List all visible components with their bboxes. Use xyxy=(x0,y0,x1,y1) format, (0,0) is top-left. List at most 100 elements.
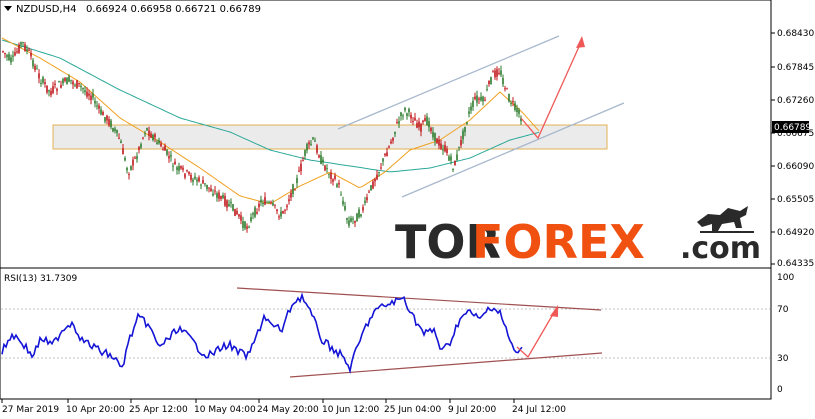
candle-body xyxy=(168,156,170,159)
candle-body xyxy=(452,168,454,170)
candle-body xyxy=(294,189,296,191)
candle-body xyxy=(76,80,78,89)
candle-body xyxy=(486,89,488,91)
candle-body xyxy=(144,133,146,135)
candle-body xyxy=(182,167,184,170)
candle-body xyxy=(468,111,470,114)
candle-body xyxy=(484,99,486,101)
candle-body xyxy=(362,207,364,211)
candle-body xyxy=(54,83,56,85)
candle-body xyxy=(488,80,490,85)
candle-body xyxy=(164,145,166,151)
candle-body xyxy=(386,152,388,157)
brand-forex: FOREX xyxy=(472,215,645,269)
candle-body xyxy=(296,178,298,184)
candle-body xyxy=(478,98,480,100)
candle-body xyxy=(398,121,400,124)
candle-body xyxy=(426,116,428,125)
candle-body xyxy=(370,185,372,190)
candle-body xyxy=(206,184,208,189)
rsi-tick: 70 xyxy=(777,305,789,315)
candle-body xyxy=(498,72,500,74)
candle-body xyxy=(298,170,300,172)
price-tick: 0.65505 xyxy=(777,195,814,205)
candle-body xyxy=(108,119,110,126)
candle-body xyxy=(198,177,200,182)
candle-body xyxy=(434,132,436,141)
candle-body xyxy=(500,70,502,75)
candle-body xyxy=(152,134,154,141)
candle-body xyxy=(380,167,382,169)
candle-body xyxy=(6,55,8,57)
candle-body xyxy=(312,137,314,140)
candle-body xyxy=(8,54,10,60)
candle-body xyxy=(472,100,474,107)
candle-body xyxy=(436,138,438,144)
candle-body xyxy=(94,100,96,104)
candle-body xyxy=(368,191,370,193)
candle-body xyxy=(392,137,394,141)
candle-body xyxy=(52,86,54,93)
candle-body xyxy=(100,109,102,115)
candle-body xyxy=(38,73,40,79)
rsi-tick: 30 xyxy=(777,354,789,364)
candle-body xyxy=(148,130,150,136)
candle-body xyxy=(12,55,14,57)
candle-body xyxy=(208,187,210,189)
candle-body xyxy=(272,203,274,206)
candle-body xyxy=(102,112,104,116)
candle-body xyxy=(454,160,456,166)
time-tick: 10 Jun 12:00 xyxy=(322,405,379,415)
candle-body xyxy=(516,108,518,113)
candle-body xyxy=(514,103,516,110)
candle-body xyxy=(350,218,352,222)
candle-body xyxy=(424,118,426,122)
candle-body xyxy=(490,77,492,84)
price-tick: 0.67260 xyxy=(777,96,814,106)
time-tick: 24 Jul 12:00 xyxy=(512,405,566,415)
candle-body xyxy=(200,184,202,186)
candle-body xyxy=(192,179,194,182)
candle-body xyxy=(280,211,282,217)
candle-body xyxy=(40,83,42,84)
candle-body xyxy=(118,137,120,139)
candle-body xyxy=(342,200,344,205)
candle-body xyxy=(50,90,52,96)
candle-body xyxy=(260,199,262,203)
candle-body xyxy=(222,195,224,198)
candle-body xyxy=(146,128,148,131)
candle-body xyxy=(96,105,98,107)
price-tick: 0.66090 xyxy=(777,162,814,172)
candle-body xyxy=(216,193,218,198)
current-price-tag: 0.66789 xyxy=(772,121,811,133)
candle-body xyxy=(172,165,174,167)
candle-body xyxy=(450,156,452,161)
candle-body xyxy=(46,85,48,93)
candle-body xyxy=(134,157,136,159)
price-axis: 0.68430 0.67845 0.67260 0.66675 0.66090 … xyxy=(771,29,814,269)
price-chart-window[interactable]: NZDUSD,H4 0.66924 0.66958 0.66721 0.6678… xyxy=(0,0,815,419)
candle-body xyxy=(344,206,346,210)
candle-body xyxy=(270,201,272,203)
candle-body xyxy=(158,140,160,144)
candle-body xyxy=(184,173,186,178)
price-tick: 0.68430 xyxy=(777,29,814,39)
candle-body xyxy=(492,71,494,73)
candle-body xyxy=(42,77,44,83)
candle-body xyxy=(166,149,168,155)
candle-body xyxy=(334,175,336,179)
candle-body xyxy=(430,127,432,131)
candle-body xyxy=(218,192,220,199)
candle-body xyxy=(504,88,506,90)
candle-body xyxy=(336,184,338,188)
candle-body xyxy=(284,209,286,211)
candle-body xyxy=(474,96,476,100)
candle-body xyxy=(150,133,152,138)
candle-body xyxy=(352,218,354,220)
candle-body xyxy=(160,143,162,147)
candle-body xyxy=(466,122,468,124)
candle-body xyxy=(310,143,312,145)
candle-body xyxy=(286,205,288,208)
candle-body xyxy=(60,84,62,88)
candle-body xyxy=(124,157,126,161)
